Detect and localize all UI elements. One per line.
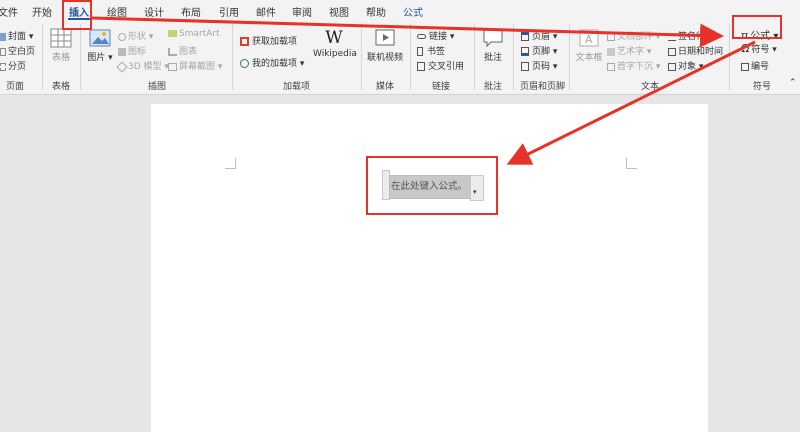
annotation-arrows [91, 16, 756, 165]
arrow-to-equation-button [91, 16, 724, 48]
arrow-to-equation-field [506, 40, 756, 165]
